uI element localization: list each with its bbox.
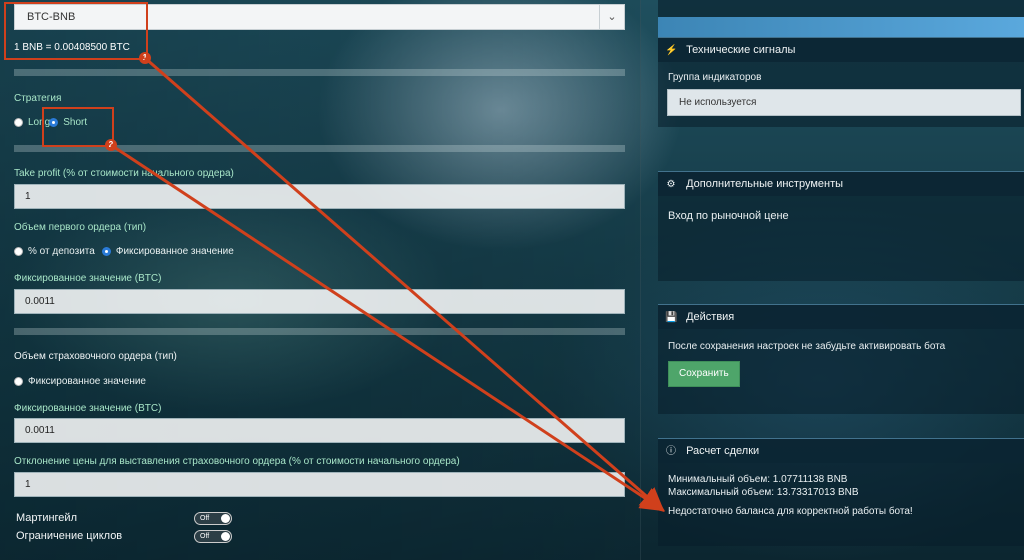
deviation-label: Отклонение цены для выставления страхово… — [14, 456, 460, 467]
right-top-bar — [658, 0, 1024, 17]
radio-fixed-value[interactable] — [101, 247, 111, 256]
min-volume-text: Минимальный объем: 1.07711138 BNB — [668, 474, 848, 485]
radio-deposit-percent[interactable] — [14, 247, 23, 256]
radio-deposit-percent-label[interactable]: % от депозита — [28, 246, 95, 257]
info-icon: ⓘ — [666, 446, 676, 457]
insurance-order-options: Фиксированное значение — [14, 376, 146, 387]
lightning-icon: ⚡ — [665, 45, 678, 56]
fixed-value-2-input[interactable]: 0.0011 — [14, 418, 625, 443]
take-profit-input[interactable]: 1 — [14, 184, 625, 209]
radio-long[interactable] — [14, 118, 23, 127]
indicator-group-select[interactable]: Не используется — [667, 89, 1021, 116]
tools-panel: ⚙ Дополнительные инструменты Вход по рын… — [658, 171, 1024, 281]
martingale-toggle[interactable]: Off — [194, 512, 232, 525]
annotation-badge-1: 1 — [139, 52, 151, 64]
annotation-badge-2: 2 — [105, 139, 117, 151]
radio-fixed-value-label[interactable]: Фиксированное значение — [116, 246, 234, 257]
settings-column: BTC-BNB ⌄ 1 BNB = 0.00408500 BTC Стратег… — [0, 0, 641, 560]
deal-calc-panel: ⓘ Расчет сделки Минимальный объем: 1.077… — [658, 438, 1024, 546]
cycle-limit-toggle-state: Off — [200, 533, 210, 540]
right-top-accent — [658, 17, 1024, 37]
strategy-label: Стратегия — [14, 93, 62, 104]
martingale-label: Мартингейл — [16, 512, 77, 524]
signals-panel-title: Технические сигналы — [686, 44, 796, 56]
actions-panel-header: 💾 Действия — [658, 304, 1024, 329]
fixed-value-1-input[interactable]: 0.0011 — [14, 289, 625, 314]
actions-panel-title: Действия — [686, 311, 735, 323]
deal-calc-panel-title: Расчет сделки — [686, 445, 760, 457]
radio-insurance-fixed-label[interactable]: Фиксированное значение — [28, 376, 146, 387]
floppy-disk-icon: 💾 — [665, 312, 678, 323]
cycle-limit-toggle[interactable]: Off — [194, 530, 232, 543]
first-order-label: Объем первого ордера (тип) — [14, 222, 147, 233]
signals-panel-body: Группа индикаторов Не используется — [658, 62, 1024, 124]
divider — [14, 69, 625, 76]
deal-calc-panel-body: Минимальный объем: 1.07711138 BNB Максим… — [658, 463, 1024, 526]
annotation-box-2 — [42, 107, 114, 147]
market-entry-text: Вход по рыночной цене — [668, 210, 789, 222]
martingale-row: Мартингейл — [16, 512, 77, 524]
chevron-down-icon[interactable]: ⌄ — [599, 5, 624, 29]
max-volume-text: Максимальный объем: 13.73317013 BNB — [668, 487, 859, 498]
signals-panel-header: ⚡ Технические сигналы — [658, 37, 1024, 62]
martingale-toggle-state: Off — [200, 515, 210, 522]
insurance-order-label: Объем страховочного ордера (тип) — [14, 351, 177, 362]
deviation-input[interactable]: 1 — [14, 472, 625, 497]
first-order-options: % от депозита Фиксированное значение — [14, 246, 234, 257]
tools-panel-body: Вход по рыночной цене — [658, 196, 1024, 230]
radio-insurance-fixed[interactable] — [14, 377, 23, 386]
divider — [14, 328, 625, 335]
fixed-value-1-label: Фиксированное значение (BTC) — [14, 273, 162, 284]
cycle-limit-label: Ограничение циклов — [16, 530, 123, 542]
gears-icon: ⚙ — [666, 179, 676, 190]
annotation-box-1 — [4, 2, 148, 60]
save-button[interactable]: Сохранить — [668, 361, 740, 387]
toggle-knob — [221, 514, 230, 523]
actions-panel: 💾 Действия После сохранения настроек не … — [658, 304, 1024, 414]
fixed-value-2-label: Фиксированное значение (BTC) — [14, 403, 162, 414]
actions-hint: После сохранения настроек не забудьте ак… — [668, 341, 946, 352]
toggle-knob — [221, 532, 230, 541]
actions-panel-body: После сохранения настроек не забудьте ак… — [658, 329, 1024, 395]
balance-warning: Недостаточно баланса для корректной рабо… — [668, 506, 913, 517]
tools-panel-header: ⚙ Дополнительные инструменты — [658, 171, 1024, 196]
cycle-limit-row: Ограничение циклов — [16, 530, 122, 542]
indicator-group-label: Группа индикаторов — [668, 72, 762, 83]
take-profit-label: Take profit (% от стоимости начального о… — [14, 168, 234, 179]
signals-panel: ⚡ Технические сигналы Группа индикаторов… — [658, 37, 1024, 127]
deal-calc-panel-header: ⓘ Расчет сделки — [658, 438, 1024, 463]
tools-panel-title: Дополнительные инструменты — [686, 178, 844, 190]
